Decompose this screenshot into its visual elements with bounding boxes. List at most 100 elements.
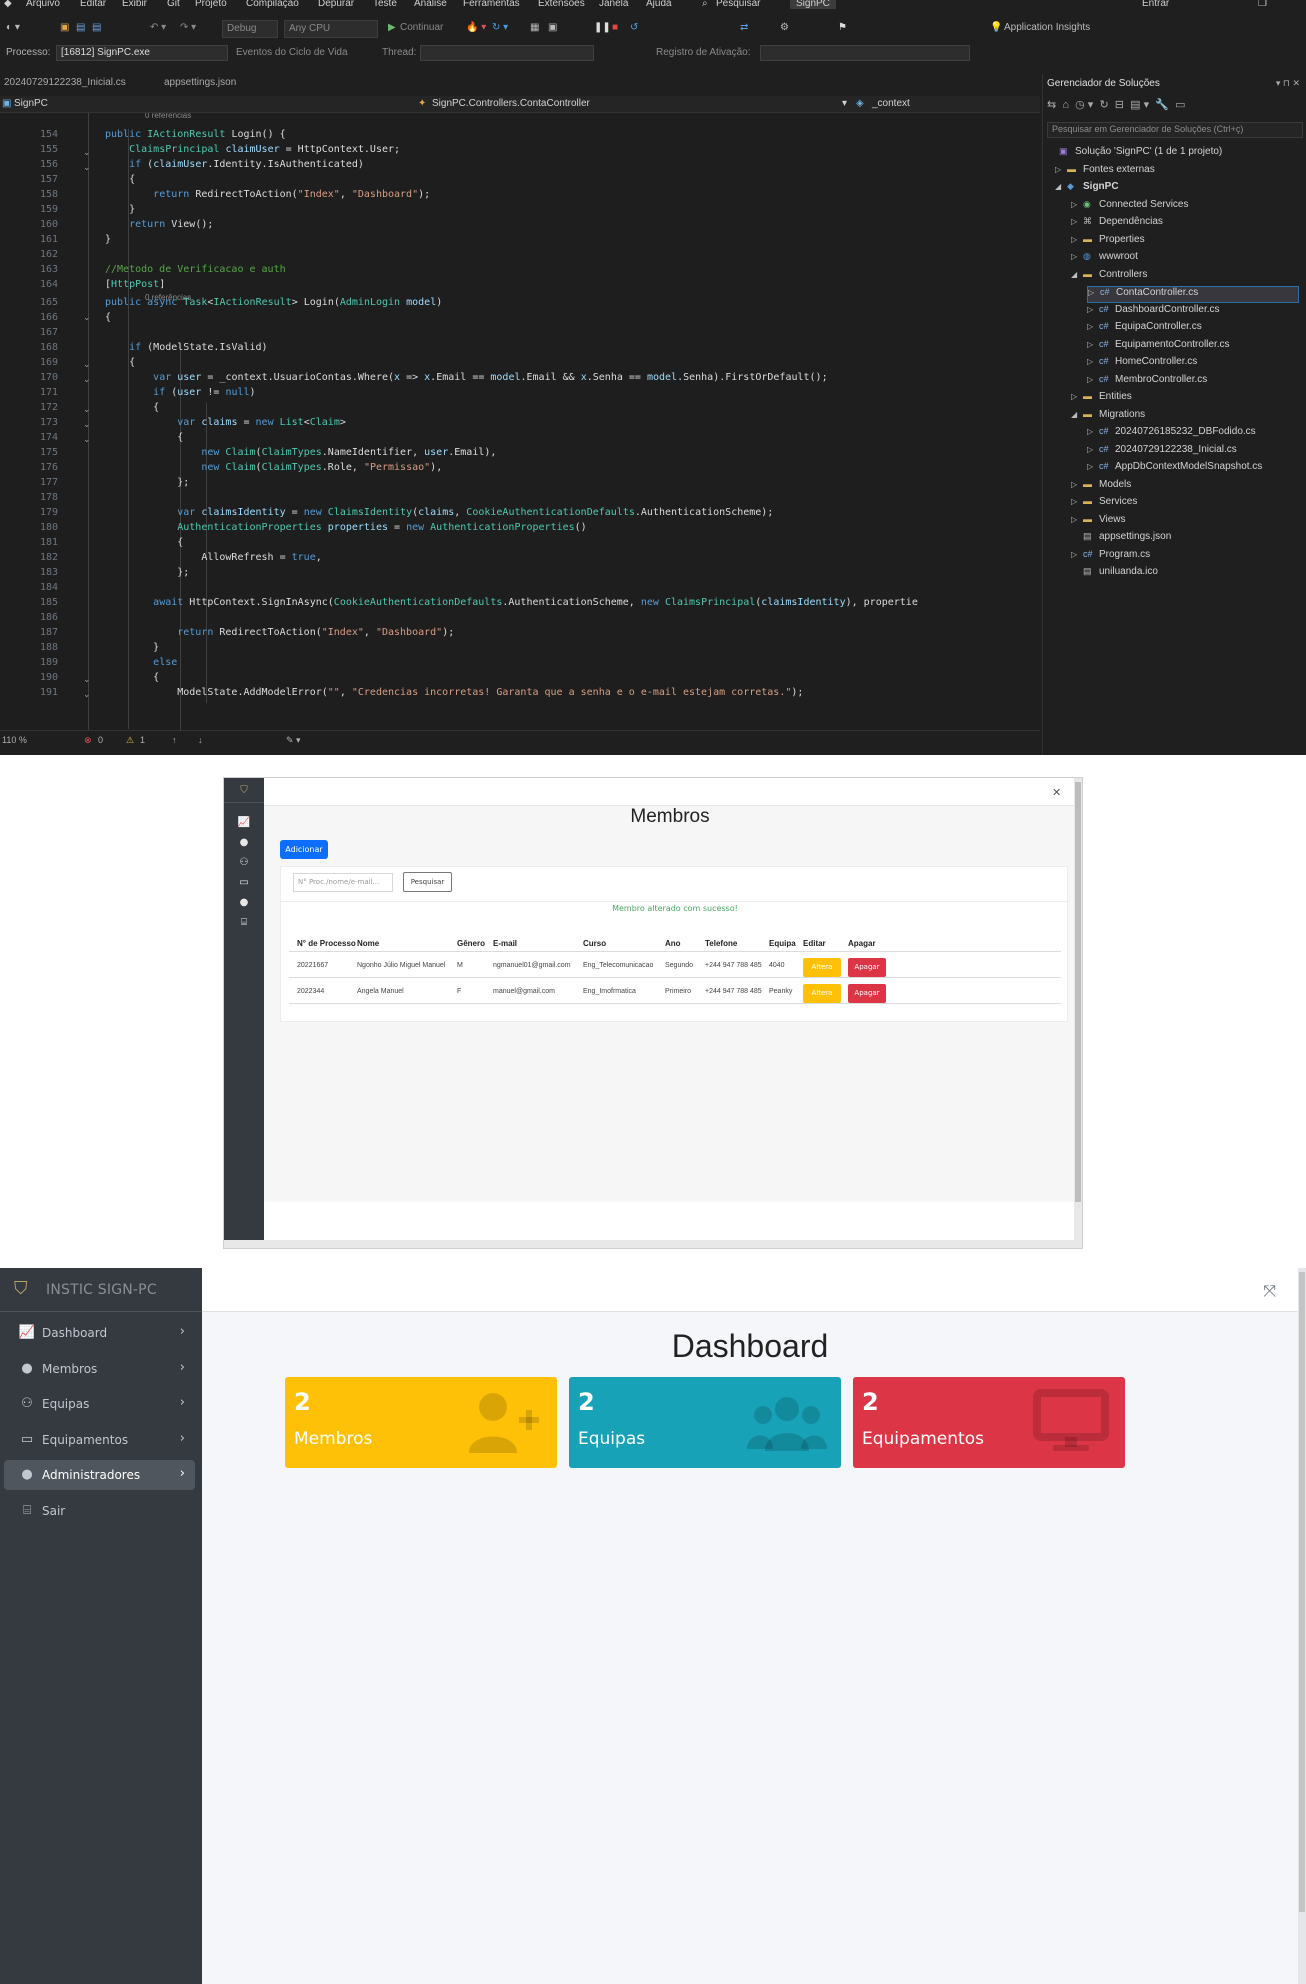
menu-item[interactable]: Análise <box>414 0 447 9</box>
menu-item[interactable]: Exibir <box>122 0 147 9</box>
code-line[interactable]: 180 AuthenticationProperties properties … <box>0 522 1040 537</box>
member-dropdown[interactable]: _context <box>872 98 910 109</box>
delete-button[interactable]: Apagar <box>848 984 886 1003</box>
column-header[interactable]: Telefone <box>705 939 737 948</box>
code-line[interactable]: 156 if (claimUser.Identity.IsAuthenticat… <box>0 159 1040 174</box>
logo-icon[interactable]: ⛉ <box>237 784 251 798</box>
expand-arrow-icon[interactable]: ▷ <box>1087 462 1099 471</box>
code-text[interactable]: }; <box>105 567 189 578</box>
collapse-icon[interactable]: ⊟ <box>1115 99 1124 111</box>
menu-item[interactable]: Projeto <box>195 0 227 9</box>
edit-button[interactable]: Altera <box>803 984 841 1003</box>
column-header[interactable]: Apagar <box>848 939 876 948</box>
sidebar-item-equipamentos[interactable]: ▭ Equipamentos › <box>4 1425 195 1455</box>
code-text[interactable]: ModelState.AddModelError("", "Credencias… <box>105 687 803 698</box>
expand-arrow-icon[interactable]: ▷ <box>1071 550 1083 559</box>
save-icon[interactable]: ▤ <box>76 22 85 36</box>
brand-link[interactable]: ⛉ INSTIC SIGN-PC <box>0 1268 202 1312</box>
history-icon[interactable]: ◷ ▾ <box>1075 99 1093 111</box>
chevron-down-icon[interactable]: ▾ <box>842 98 847 109</box>
code-line[interactable]: 184 <box>0 582 1040 597</box>
save-all-icon[interactable]: ▤ <box>92 22 101 36</box>
code-text[interactable]: { <box>105 432 183 443</box>
column-header[interactable]: E-mail <box>493 939 517 948</box>
fold-toggle-icon[interactable]: ⌄ <box>83 689 91 700</box>
zoom-level[interactable]: 110 % <box>2 735 27 745</box>
pin-icon[interactable]: ▾ ⊓ ✕ <box>1276 78 1300 89</box>
code-text[interactable]: } <box>105 642 159 653</box>
up-arrow-icon[interactable]: ↑ <box>172 735 177 745</box>
column-header[interactable]: Nome <box>357 939 379 948</box>
vs-logo-icon[interactable]: ◆ <box>4 0 12 9</box>
code-text[interactable]: return RedirectToAction("Index", "Dashbo… <box>105 189 430 200</box>
column-header[interactable]: Gênero <box>457 939 485 948</box>
tree-node[interactable]: ▤ appsettings.json <box>1071 531 1171 548</box>
process-select[interactable]: [16812] SignPC.exe <box>56 45 228 61</box>
column-header[interactable]: Ano <box>665 939 681 948</box>
code-text[interactable]: if (ModelState.IsValid) <box>105 342 267 353</box>
expand-arrow-icon[interactable]: ▷ <box>1087 357 1099 366</box>
expand-arrow-icon[interactable]: ▷ <box>1071 252 1083 261</box>
code-line[interactable]: 174 { <box>0 432 1040 447</box>
code-text[interactable]: var claims = new List<Claim> <box>105 417 346 428</box>
code-line[interactable]: 170 var user = _context.UsuarioContas.Wh… <box>0 372 1040 387</box>
warning-icon[interactable]: ⚠ <box>126 735 134 746</box>
expand-arrow-icon[interactable]: ▷ <box>1071 200 1083 209</box>
add-member-button[interactable]: Adicionar <box>280 840 328 859</box>
code-text[interactable]: if (user != null) <box>105 387 255 398</box>
vertical-scrollbar[interactable] <box>1298 1268 1306 1984</box>
expand-arrow-icon[interactable]: ▷ <box>1087 322 1099 331</box>
lightbulb-icon[interactable]: 💡 <box>990 22 1002 36</box>
code-text[interactable]: { <box>105 402 159 413</box>
tree-node[interactable]: ▷ c# MembroController.cs <box>1087 374 1207 391</box>
brush-icon[interactable]: ✎ ▾ <box>286 735 301 746</box>
tree-node[interactable]: ▤ uniluanda.ico <box>1071 566 1158 583</box>
code-text[interactable]: if (claimUser.Identity.IsAuthenticated) <box>105 159 364 170</box>
config-select[interactable]: Debug <box>222 20 278 38</box>
expand-arrow-icon[interactable]: ▷ <box>1071 515 1083 524</box>
code-line[interactable]: 161} <box>0 234 1040 249</box>
code-line[interactable]: 171 if (user != null) <box>0 387 1040 402</box>
code-line[interactable]: 182 AllowRefresh = true, <box>0 552 1040 567</box>
code-text[interactable]: return RedirectToAction("Index", "Dashbo… <box>105 627 454 638</box>
code-line[interactable]: 163 //Metodo de Verificacao e auth <box>0 264 1040 279</box>
stack-frame-select[interactable] <box>760 45 970 61</box>
code-text[interactable]: var claimsIdentity = new ClaimsIdentity(… <box>105 507 773 518</box>
expand-arrow-icon[interactable]: ▷ <box>1071 235 1083 244</box>
down-arrow-icon[interactable]: ↓ <box>198 735 203 745</box>
code-line[interactable]: 181 { <box>0 537 1040 552</box>
code-line[interactable]: 165 public async Task<IActionResult> Logi… <box>0 297 1040 312</box>
delete-button[interactable]: Apagar <box>848 958 886 977</box>
code-line[interactable]: 187 return RedirectToAction("Index", "Da… <box>0 627 1040 642</box>
code-text[interactable]: public IActionResult Login() { <box>105 129 286 140</box>
tree-node[interactable]: ▷ c# HomeController.cs <box>1087 356 1197 373</box>
code-line[interactable]: 176 new Claim(ClaimTypes.Role, "Permissa… <box>0 462 1040 477</box>
code-text[interactable]: [HttpPost] <box>105 279 165 290</box>
edit-button[interactable]: Altera <box>803 958 841 977</box>
tree-node[interactable]: ▷ ⌘ Dependências <box>1071 216 1163 233</box>
home-icon[interactable]: ⌂ <box>1062 99 1069 111</box>
code-line[interactable]: 178 <box>0 492 1040 507</box>
user-icon[interactable]: ● <box>237 896 251 910</box>
sidebar-item-equipas[interactable]: ⚇ Equipas › <box>4 1389 195 1419</box>
pause-icon[interactable]: ❚❚ <box>594 22 611 36</box>
search-button[interactable]: Pesquisar <box>403 872 452 892</box>
sidebar-item-administradores[interactable]: ● Administradores › <box>4 1460 195 1490</box>
fold-toggle-icon[interactable]: ⌄ <box>83 162 91 173</box>
open-folder-icon[interactable]: ▣ <box>60 22 69 36</box>
column-header[interactable]: Equipa <box>769 939 796 948</box>
code-line[interactable]: 158 return RedirectToAction("Index", "Da… <box>0 189 1040 204</box>
expand-arrow-icon[interactable]: ▷ <box>1055 165 1067 174</box>
code-line[interactable]: 173 var claims = new List<Claim> <box>0 417 1040 432</box>
tree-node[interactable]: ▷ c# EquipaController.cs <box>1087 321 1202 338</box>
tree-node[interactable]: ▣ Solução 'SignPC' (1 de 1 projeto) <box>1047 146 1222 163</box>
code-text[interactable]: //Metodo de Verificacao e auth <box>105 264 286 275</box>
wrench-icon[interactable]: 🔧 <box>1155 99 1169 111</box>
tab-migration-file[interactable]: 20240729122238_Inicial.cs <box>0 76 130 92</box>
refresh-icon[interactable]: ↻ ▾ <box>492 22 508 36</box>
code-line[interactable]: 166 { <box>0 312 1040 327</box>
code-text[interactable]: { <box>105 537 183 548</box>
fold-toggle-icon[interactable]: ⌄ <box>83 434 91 445</box>
code-line[interactable]: 189 else <box>0 657 1040 672</box>
code-text[interactable]: else <box>105 657 177 668</box>
